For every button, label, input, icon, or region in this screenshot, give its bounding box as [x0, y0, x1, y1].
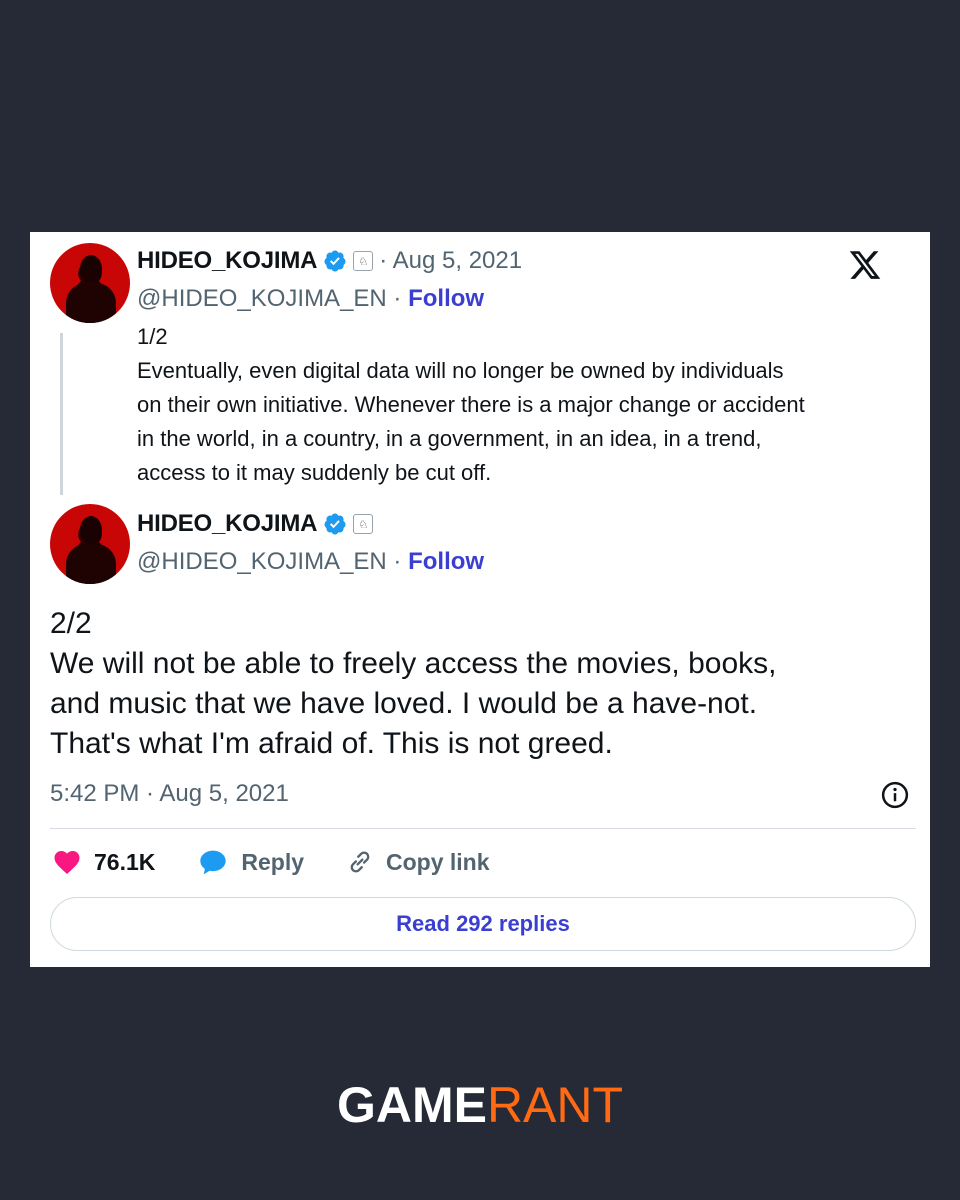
- tweet1-handle-row: @HIDEO_KOJIMA_EN · Follow: [137, 285, 484, 313]
- tweet2-handle-row: @HIDEO_KOJIMA_EN · Follow: [137, 548, 484, 576]
- info-icon[interactable]: [880, 780, 910, 810]
- affiliate-badge-icon: ♘: [353, 251, 374, 271]
- avatar-body: [66, 544, 116, 584]
- handle[interactable]: @HIDEO_KOJIMA_EN ·: [137, 285, 408, 312]
- handle[interactable]: @HIDEO_KOJIMA_EN ·: [137, 548, 408, 575]
- heart-icon: [54, 851, 80, 874]
- avatar-head: [80, 516, 102, 544]
- reply-bubble-icon: [200, 850, 227, 875]
- follow-button[interactable]: Follow: [408, 548, 484, 575]
- verified-badge-icon: [324, 513, 346, 535]
- reply-label: Reply: [241, 848, 305, 875]
- verified-badge-icon: [324, 250, 346, 272]
- like-count: 76.1K: [94, 848, 156, 875]
- copy-link-button[interactable]: Copy link: [346, 848, 490, 876]
- read-replies-button[interactable]: Read 292 replies: [50, 897, 916, 951]
- avatar-body: [66, 283, 116, 323]
- tweet1-text: 1/2 Eventually, even digital data will n…: [137, 324, 805, 485]
- avatar-head: [80, 255, 102, 283]
- action-bar: 76.1K Reply Copy link: [52, 846, 532, 878]
- follow-button[interactable]: Follow: [408, 285, 484, 312]
- gamerant-logo: GAMERANT: [0, 1076, 960, 1134]
- tweet1-date[interactable]: · Aug 5, 2021: [379, 247, 522, 275]
- divider: [50, 828, 916, 829]
- thread-line: [60, 333, 63, 495]
- x-logo-icon[interactable]: [848, 248, 882, 282]
- like-button[interactable]: 76.1K: [52, 847, 155, 877]
- affiliate-badge-icon: ♘: [353, 514, 374, 534]
- brand-part2: RANT: [486, 1077, 624, 1133]
- tweet-timestamp[interactable]: 5:42 PM · Aug 5, 2021: [50, 780, 289, 808]
- copy-link-label: Copy link: [386, 848, 490, 875]
- avatar[interactable]: [50, 504, 130, 584]
- display-name[interactable]: HIDEO_KOJIMA: [137, 247, 317, 275]
- tweet1-name-row: HIDEO_KOJIMA ♘ · Aug 5, 2021: [137, 247, 522, 275]
- brand-part1: GAME: [336, 1077, 487, 1133]
- link-icon: [350, 851, 370, 873]
- reply-button[interactable]: Reply: [197, 846, 304, 878]
- display-name[interactable]: HIDEO_KOJIMA: [137, 510, 317, 538]
- tweet2-name-row: HIDEO_KOJIMA ♘: [137, 510, 374, 538]
- avatar[interactable]: [50, 243, 130, 323]
- tweet2-text: 2/2 We will not be able to freely access…: [50, 607, 777, 760]
